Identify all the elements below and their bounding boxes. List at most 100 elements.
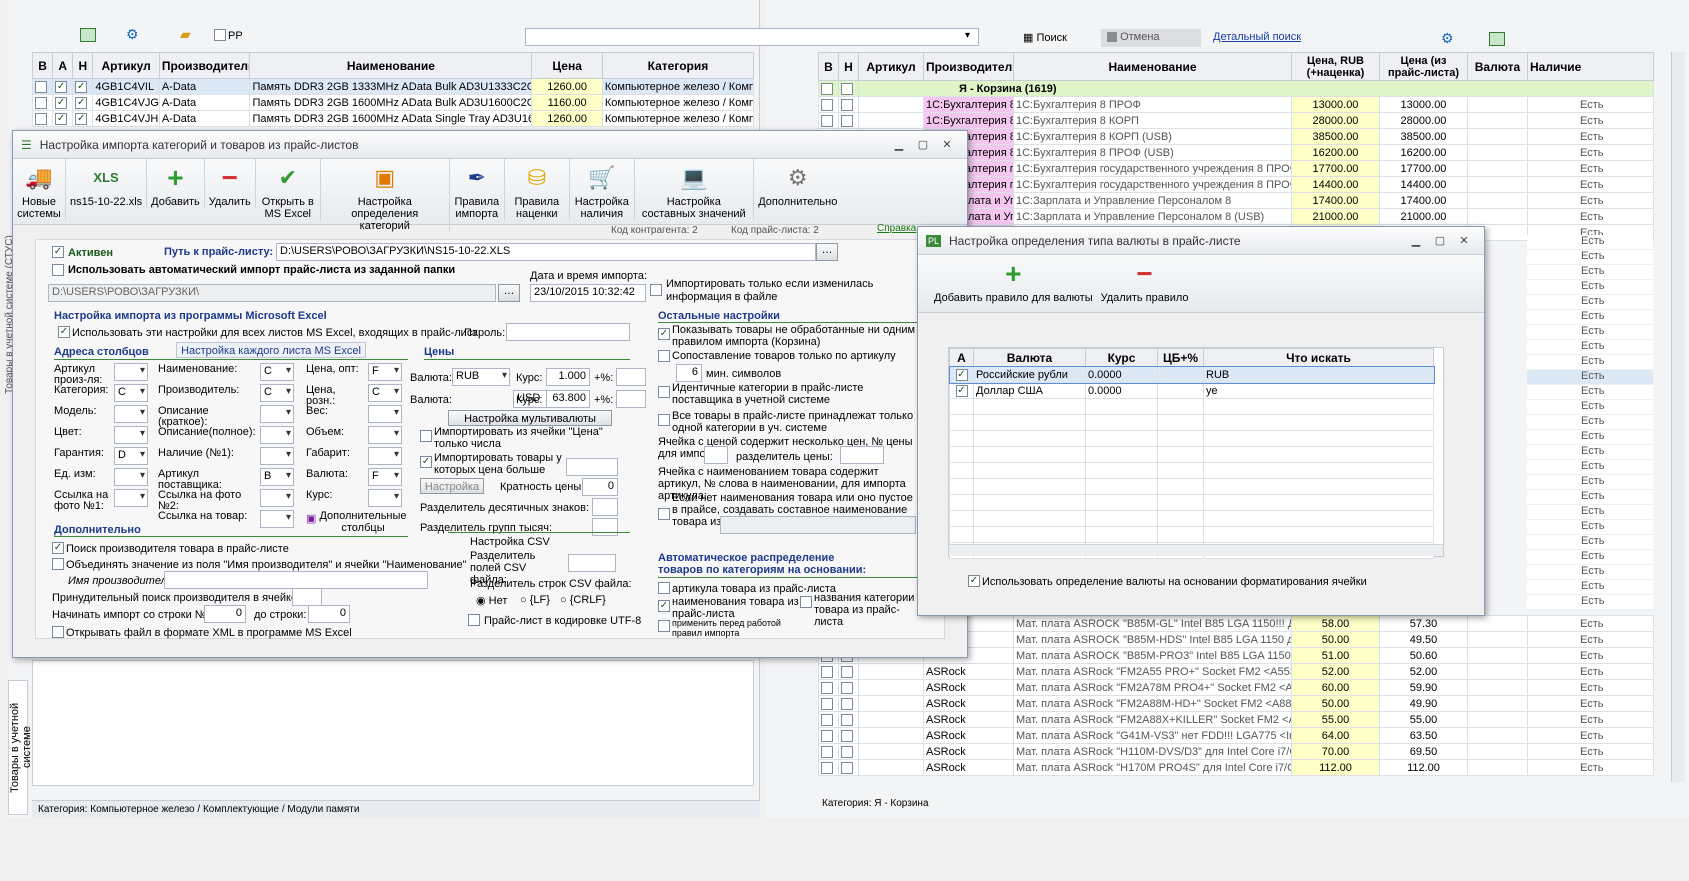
csv-radio-crlf[interactable]: ○ {CRLF} [560, 594, 606, 606]
extra-columns-link[interactable]: Дополнительные столбцы [318, 510, 408, 534]
search-dropdown-icon[interactable]: ▾ [965, 30, 970, 41]
row-checkbox[interactable] [821, 713, 833, 726]
side-tab-bottom[interactable]: Товары в учетной системе [8, 680, 33, 815]
auto-3-checkbox[interactable] [800, 596, 812, 608]
column-letter-select[interactable] [368, 489, 402, 507]
help-link[interactable]: Справка [877, 223, 916, 234]
setup-button[interactable]: Настройка [420, 478, 484, 494]
row-checkbox[interactable] [821, 114, 833, 127]
open-excel-button[interactable]: ✔ Открыть в MS Excel [256, 159, 321, 220]
col-category[interactable]: Категория [601, 52, 755, 79]
password-input[interactable] [506, 323, 630, 341]
min-symbols-input[interactable]: 6 [676, 364, 702, 382]
row-checkbox[interactable]: ✓ [55, 112, 68, 125]
force-search-input[interactable] [292, 588, 322, 606]
col-rate[interactable]: Курс [1085, 348, 1158, 367]
other-4-checkbox[interactable] [658, 414, 670, 426]
category-settings-button[interactable]: ▣ Настройка определения категорий [321, 159, 450, 232]
merge-maker-checkbox[interactable] [52, 558, 64, 570]
new-systems-button[interactable]: 🚚 Новые системы [13, 159, 66, 220]
col-n[interactable]: Н [838, 52, 859, 81]
auto-path-input[interactable]: D:\USERS\РОВО\ЗАГРУЗКИ\ [48, 284, 496, 302]
browse-button[interactable]: … [816, 243, 838, 261]
csv-radio-lf[interactable]: ○ {LF} [520, 594, 550, 606]
table-row[interactable]: ✓ ✓ 4GB1C4VJG A-Data Память DDR3 2GB 160… [31, 94, 755, 111]
auto-1-checkbox[interactable] [658, 582, 670, 594]
active-checkbox[interactable]: ✓ [52, 246, 64, 258]
row-checkbox[interactable] [841, 729, 853, 742]
col-v[interactable]: В [31, 52, 54, 79]
auto-import-checkbox[interactable] [52, 264, 64, 276]
group-row[interactable]: Я - Корзина (1619) [818, 80, 1654, 97]
table-row[interactable]: 1С:Бухгалтерия 8 1С:Бухгалтерия 8 ПРОФ 1… [818, 96, 1654, 113]
column-letter-select[interactable] [260, 447, 294, 465]
currency-hscrollbar[interactable] [949, 544, 1443, 556]
row-checkbox[interactable] [841, 697, 853, 710]
row-checkbox[interactable]: ✓ [55, 80, 68, 93]
column-letter-select[interactable] [114, 405, 148, 423]
maximize-button[interactable]: ▢ [1428, 234, 1452, 247]
import-rules-button[interactable]: ✒ Правила импорта [450, 159, 505, 220]
column-letter-select[interactable] [368, 405, 402, 423]
col-a[interactable]: А [949, 348, 974, 367]
column-letter-select[interactable] [114, 363, 148, 381]
table-row[interactable]: ✓ Доллар США 0.0000 уе [949, 382, 1434, 399]
folder-icon[interactable]: ▰ [180, 26, 191, 43]
other-3-checkbox[interactable] [658, 386, 670, 398]
extra-columns-icon[interactable]: ▣ [306, 512, 316, 525]
col-article[interactable]: Артикул [858, 52, 924, 81]
auto-browse-button[interactable]: … [498, 284, 520, 302]
table-row[interactable]: ASRock Мат. плата ASRock "H170M PRO4S" д… [818, 759, 1654, 776]
row-checkbox[interactable] [821, 729, 833, 742]
price-sep-input[interactable] [840, 446, 884, 464]
multi-currency-button[interactable]: Настройка мультивалюты [448, 410, 612, 426]
col-currency[interactable]: Валюта [1467, 52, 1528, 81]
row-checkbox[interactable] [841, 114, 853, 127]
row-checkbox[interactable] [821, 681, 833, 694]
column-letter-select[interactable] [260, 405, 294, 423]
other-2-checkbox[interactable] [658, 350, 670, 362]
row-checkbox[interactable] [821, 98, 833, 111]
col-v[interactable]: В [818, 52, 839, 81]
column-letter-select[interactable]: C [114, 384, 148, 402]
column-letter-select[interactable]: C [368, 384, 402, 402]
row-checkbox[interactable]: ✓ [75, 96, 88, 109]
rate2-input[interactable]: 63.800 [546, 390, 590, 408]
auto-4-checkbox[interactable] [658, 620, 670, 632]
other-7-checkbox[interactable] [658, 508, 670, 520]
column-letter-select[interactable] [368, 426, 402, 444]
price-file-button[interactable]: XLS ns15-10-22.xls [66, 159, 148, 208]
utf8-checkbox[interactable] [468, 614, 480, 626]
col-a[interactable]: А [52, 52, 74, 79]
row-checkbox[interactable] [841, 98, 853, 111]
col-name[interactable]: Наименование [1013, 52, 1292, 81]
auto-2-checkbox[interactable]: ✓ [658, 600, 670, 612]
col-maker[interactable]: Производитель [923, 52, 1014, 81]
search-button[interactable]: ▦ Поиск [1023, 31, 1067, 44]
grp-sep-input[interactable] [592, 518, 618, 536]
row-checkbox[interactable] [35, 96, 47, 109]
use-all-sheets-checkbox[interactable]: ✓ [58, 326, 70, 338]
composite-cells-input[interactable] [720, 516, 916, 534]
column-letter-select[interactable] [114, 489, 148, 507]
delete-button[interactable]: − Удалить [205, 159, 256, 208]
column-letter-select[interactable] [260, 426, 294, 444]
table-row[interactable]: ASRock Мат. плата ASRock "FM2A88M-HD+" S… [818, 695, 1654, 712]
col-price-list[interactable]: Цена (из прайс-листа) [1379, 52, 1468, 81]
row-checkbox[interactable] [821, 697, 833, 710]
table-row[interactable]: ASRock Мат. плата ASRock "FM2A55 PRO+" S… [818, 663, 1654, 680]
col-n[interactable]: Н [72, 52, 94, 79]
col-name[interactable]: Наименование [249, 52, 533, 79]
path-input[interactable]: D:\USERS\РОВО\ЗАГРУЗКИ\NS15-10-22.XLS [276, 243, 816, 261]
each-sheet-button[interactable]: Настройка каждого листа MS Excel [176, 342, 366, 358]
column-letter-select[interactable] [260, 510, 294, 528]
col-article[interactable]: Артикул [92, 52, 160, 79]
only-changed-checkbox[interactable] [650, 284, 662, 296]
import-window-titlebar[interactable]: ☰ Настройка импорта категорий и товаров … [13, 131, 967, 159]
maker-name-input[interactable] [164, 571, 428, 589]
maximize-button[interactable]: ▢ [911, 138, 935, 151]
open-xml-checkbox[interactable] [52, 626, 64, 638]
column-letter-select[interactable] [114, 426, 148, 444]
start-row-input[interactable]: 0 [204, 605, 246, 623]
other-1-checkbox[interactable]: ✓ [658, 328, 670, 340]
